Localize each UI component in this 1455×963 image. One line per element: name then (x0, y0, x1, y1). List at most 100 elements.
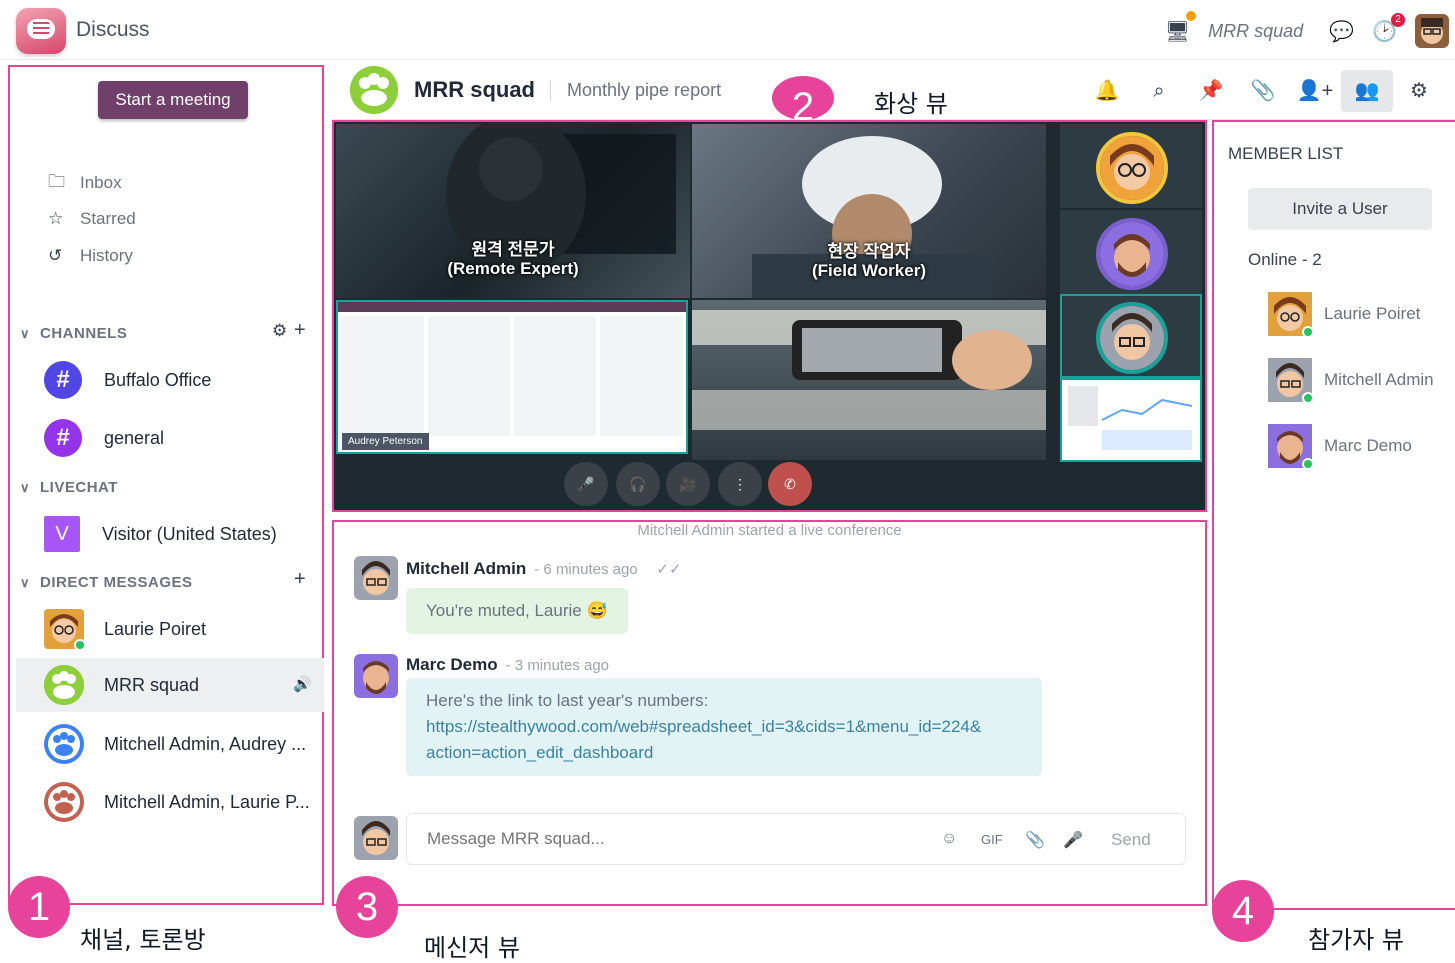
sidebar-item-buffalo-office[interactable]: # Buffalo Office (16, 353, 324, 407)
read-checkmarks-icon: ✓✓ (656, 561, 682, 578)
sidebar-item-laurie-poiret[interactable]: Laurie Poiret (16, 602, 324, 656)
sidebar-item-starred[interactable]: ☆ Starred (48, 207, 136, 231)
microphone-button[interactable]: 🎤 (564, 462, 608, 506)
search-icon[interactable]: ⌕ (1133, 70, 1185, 112)
pin-icon[interactable]: 📌 (1185, 70, 1237, 112)
annotation-caption-4: 참가자 뷰 (1308, 926, 1404, 954)
sidebar-item-history[interactable]: ↺ History (48, 244, 133, 268)
message-author[interactable]: Mitchell Admin - 6 minutes ago ✓✓ (406, 559, 682, 579)
avatar (1268, 292, 1314, 338)
chevron-down-icon: ∨ (20, 325, 31, 341)
annotation-badge-1: 1 (8, 876, 70, 938)
history-icon: ↺ (48, 246, 63, 265)
avatar (354, 816, 398, 860)
invite-user-button[interactable]: Invite a User (1248, 188, 1432, 230)
avatar (1096, 132, 1168, 204)
avatar (44, 609, 86, 651)
message-author[interactable]: Marc Demo - 3 minutes ago (406, 655, 609, 675)
annotation-caption-2: 화상 뷰 (874, 90, 948, 118)
avatar (1096, 302, 1168, 374)
livechat-section-header[interactable]: ∨ LIVECHAT (20, 479, 118, 496)
participant-tile-mitchell[interactable] (1060, 294, 1202, 378)
sidebar-item-mitchell-audrey[interactable]: Mitchell Admin, Audrey ... (16, 717, 324, 771)
hashtag-icon: # (44, 419, 82, 457)
member-item[interactable]: Laurie Poiret (1268, 290, 1420, 338)
camera-button[interactable]: 🎥 (666, 462, 710, 506)
message-link-continued[interactable]: action=action_edit_dashboard (426, 740, 1022, 766)
messages-icon[interactable]: 💬 (1329, 19, 1354, 44)
avatar[interactable] (354, 654, 398, 698)
visitor-avatar: V (44, 516, 80, 552)
sidebar-item-inbox[interactable]: 🗀 Inbox (48, 171, 122, 195)
conference-notification: Mitchell Admin started a live conference (637, 522, 902, 539)
remote-expert-label: 원격 전문가 (Remote Expert) (447, 240, 579, 278)
message-thread: Mitchell Admin started a live conference… (334, 522, 1205, 904)
thread-toolbar: 🔔 ⌕ 📌 📎 👤+ 👥 ⚙ (1081, 70, 1445, 112)
discuss-app-icon[interactable] (16, 8, 66, 54)
chevron-down-icon: ∨ (20, 479, 31, 495)
field-worker-label: 현장 작업자 (Field Worker) (812, 242, 926, 280)
speaker-icon: 🔊 (293, 676, 312, 693)
online-count-label: Online - 2 (1248, 250, 1322, 269)
sidebar-item-visitor[interactable]: V Visitor (United States) (16, 507, 324, 561)
hang-up-button[interactable]: ✆ (768, 462, 812, 506)
attachment-icon[interactable]: 📎 (1025, 830, 1045, 850)
annotation-badge-2: 2 (772, 76, 834, 120)
top-right-toolbar: 🖥 MRR squad 💬 🕑 2 (1165, 8, 1455, 54)
avatar[interactable] (354, 556, 398, 600)
thread-description[interactable]: Monthly pipe report (550, 80, 721, 101)
gif-button[interactable]: GIF (981, 832, 1003, 847)
direct-messages-section-header[interactable]: ∨ DIRECT MESSAGES (20, 574, 193, 591)
user-avatar[interactable] (1415, 14, 1449, 48)
members-icon[interactable]: 👥 (1341, 70, 1393, 112)
group-avatar (44, 724, 84, 764)
add-channel-icon[interactable]: + (294, 319, 306, 342)
add-direct-message-icon[interactable]: + (294, 568, 306, 591)
message-bubble: Here's the link to last year's numbers: … (406, 678, 1042, 776)
message-timestamp: - 6 minutes ago (534, 561, 638, 578)
start-meeting-button[interactable]: Start a meeting (98, 81, 248, 119)
bell-icon[interactable]: 🔔 (1081, 70, 1133, 112)
member-item[interactable]: Mitchell Admin (1268, 356, 1434, 404)
member-item[interactable]: Marc Demo (1268, 422, 1412, 470)
top-navbar: Discuss 🖥 MRR squad 💬 🕑 2 (0, 0, 1455, 60)
avatar (1096, 218, 1168, 290)
sidebar-item-mrr-squad[interactable]: MRR squad 🔊 (16, 658, 324, 712)
participant-tile-laurie[interactable] (1060, 124, 1202, 208)
message-input[interactable] (427, 829, 927, 849)
participant-name-tag: Audrey Peterson (342, 433, 429, 450)
message-timestamp: - 3 minutes ago (505, 657, 610, 674)
avatar (1268, 358, 1314, 404)
activity-icon[interactable]: 🕑 2 (1372, 12, 1405, 44)
group-avatar (44, 782, 84, 822)
member-list-panel: MEMBER LIST Invite a User Online - 2 Lau… (1212, 122, 1455, 908)
participant-tile-screen[interactable] (1060, 378, 1202, 462)
participant-tile-marc[interactable] (1060, 210, 1202, 294)
hashtag-icon: # (44, 361, 82, 399)
inbox-icon: 🗀 (48, 171, 65, 191)
video-tile-panel[interactable] (692, 300, 1046, 460)
headphones-button[interactable]: 🎧 (616, 462, 660, 506)
add-user-icon[interactable]: 👤+ (1289, 70, 1341, 112)
call-status-icon[interactable]: 🖥 (1165, 10, 1197, 44)
active-call-channel[interactable]: MRR squad (1208, 21, 1303, 42)
message-composer: ☺ GIF 📎 🎤 Send (406, 813, 1186, 865)
video-tile-remote-expert[interactable]: 원격 전문가 (Remote Expert) (336, 124, 690, 298)
video-tile-screen-share[interactable]: Audrey Peterson (336, 300, 688, 454)
message-link[interactable]: https://stealthywood.com/web#spreadsheet… (426, 714, 1022, 740)
more-options-button[interactable]: ⋮ (718, 462, 762, 506)
channel-settings-icon[interactable]: ⚙ (272, 321, 287, 341)
video-tile-field-worker[interactable]: 현장 작업자 (Field Worker) (692, 124, 1046, 298)
sidebar-item-mitchell-laurie[interactable]: Mitchell Admin, Laurie P... (16, 775, 324, 829)
sidebar-item-general[interactable]: # general (16, 411, 324, 465)
channel-avatar (350, 66, 398, 114)
annotation-badge-3: 3 (336, 876, 398, 938)
emoji-icon[interactable]: ☺ (941, 830, 957, 848)
microphone-icon[interactable]: 🎤 (1063, 830, 1083, 850)
channels-section-header[interactable]: ∨ CHANNELS (20, 325, 127, 342)
attachment-icon[interactable]: 📎 (1237, 70, 1289, 112)
app-name[interactable]: Discuss (76, 18, 150, 42)
gear-icon[interactable]: ⚙ (1393, 70, 1445, 112)
thread-title[interactable]: MRR squad (414, 77, 535, 103)
send-button[interactable]: Send (1111, 830, 1151, 850)
